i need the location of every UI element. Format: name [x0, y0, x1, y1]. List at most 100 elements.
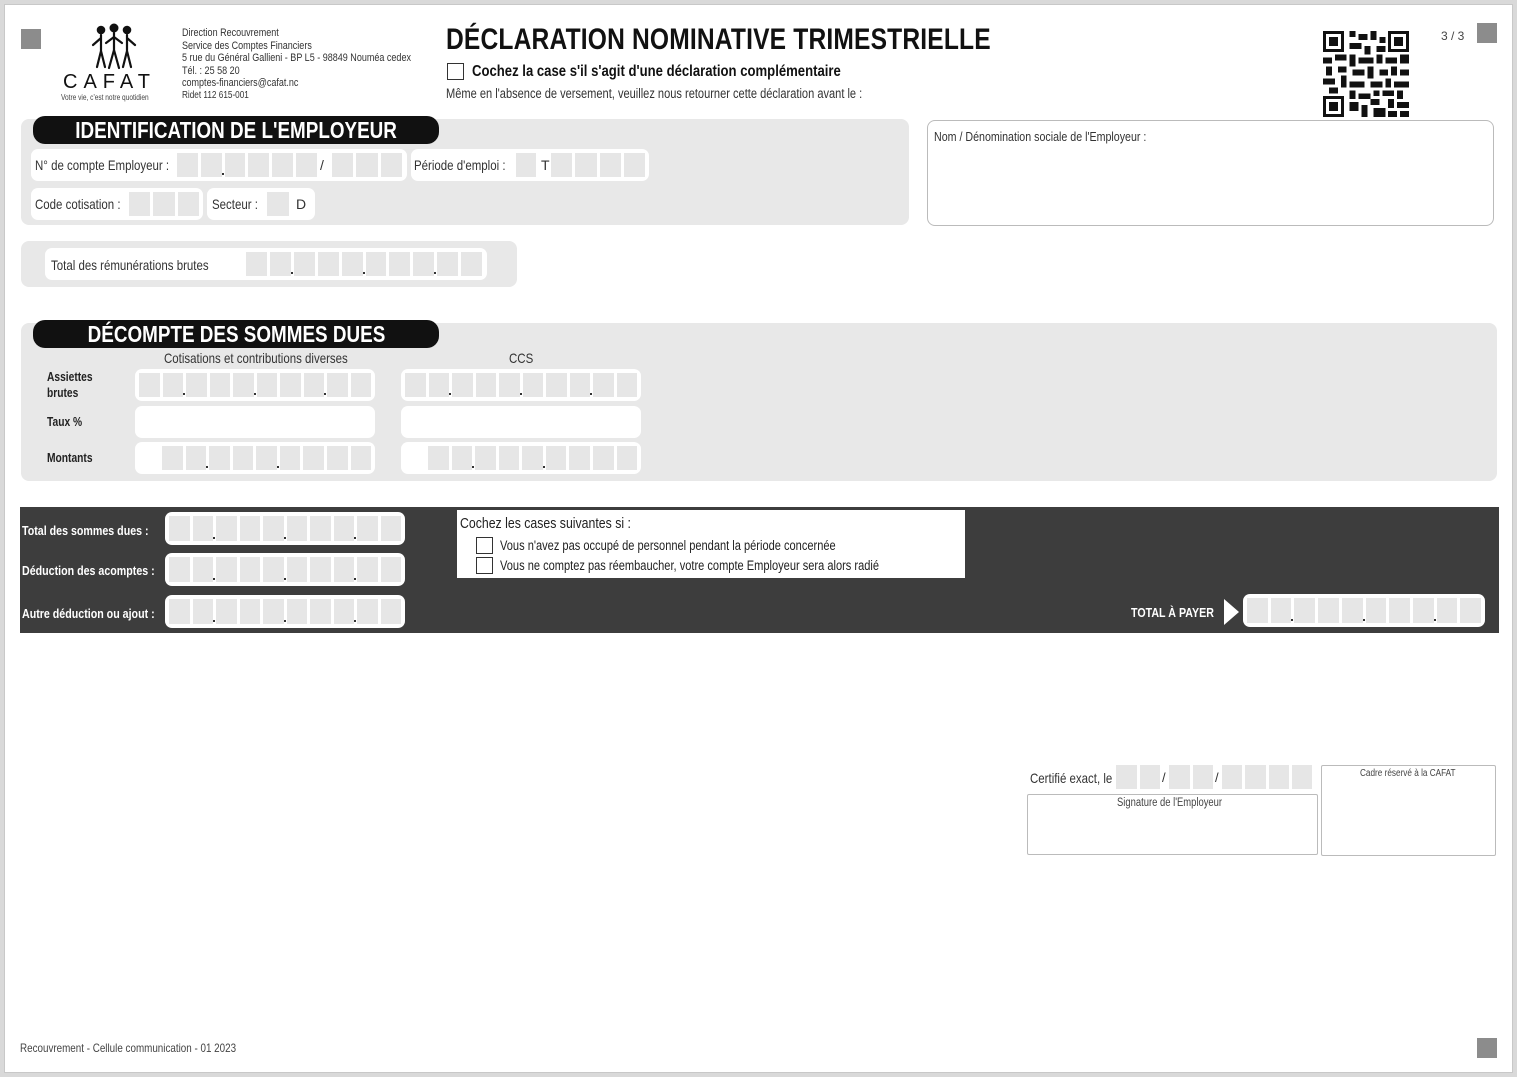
- digit-cell[interactable]: [434, 252, 459, 276]
- digit-cell[interactable]: [451, 446, 473, 470]
- assiettes-ccs-cells[interactable]: [405, 373, 637, 397]
- digit-cell[interactable]: [350, 446, 372, 470]
- digit-cell[interactable]: [332, 153, 354, 177]
- certified-month-cells[interactable]: [1169, 765, 1213, 789]
- digit-cell[interactable]: [1460, 598, 1482, 623]
- digit-cell[interactable]: [256, 446, 277, 470]
- digit-cell[interactable]: [310, 516, 331, 541]
- digit-cell[interactable]: [1291, 598, 1316, 623]
- digit-cell[interactable]: [354, 599, 378, 624]
- digit-cell[interactable]: [177, 153, 198, 177]
- digit-cell[interactable]: [472, 446, 496, 470]
- account-number-cells[interactable]: [177, 153, 317, 177]
- certified-day-cells[interactable]: [1116, 765, 1160, 789]
- assiettes-cotisations-cells[interactable]: [139, 373, 371, 397]
- digit-cell[interactable]: [616, 446, 638, 470]
- digit-cell[interactable]: [623, 153, 645, 177]
- digit-cell[interactable]: [1245, 765, 1266, 789]
- digit-cell[interactable]: [248, 153, 270, 177]
- digit-cell[interactable]: [310, 557, 331, 582]
- digit-cell[interactable]: [129, 192, 151, 216]
- taux-cotisations-field[interactable]: [135, 406, 375, 438]
- digit-cell[interactable]: [317, 252, 339, 276]
- digit-cell[interactable]: [405, 373, 426, 397]
- digit-cell[interactable]: [213, 557, 237, 582]
- digit-cell[interactable]: [324, 373, 348, 397]
- digit-cell[interactable]: [192, 516, 213, 541]
- digit-cell[interactable]: [263, 557, 284, 582]
- digit-cell[interactable]: [522, 446, 543, 470]
- digit-cell[interactable]: [516, 153, 536, 177]
- digit-cell[interactable]: [389, 252, 411, 276]
- montants-ccs-cells[interactable]: [428, 446, 638, 470]
- period-year-cells[interactable]: [551, 153, 645, 177]
- digit-cell[interactable]: [283, 557, 307, 582]
- no-staff-checkbox[interactable]: [476, 537, 493, 554]
- complementary-checkbox[interactable]: [447, 63, 464, 80]
- digit-cell[interactable]: [280, 373, 301, 397]
- digit-cell[interactable]: [139, 373, 160, 397]
- digit-cell[interactable]: [192, 557, 213, 582]
- digit-cell[interactable]: [1268, 765, 1289, 789]
- deduction-cells[interactable]: [169, 557, 401, 582]
- period-quarter-cell[interactable]: [516, 153, 536, 177]
- sector-cell[interactable]: [267, 192, 289, 216]
- digit-cell[interactable]: [413, 252, 435, 276]
- digit-cell[interactable]: [551, 153, 573, 177]
- digit-cell[interactable]: [296, 153, 317, 177]
- digit-cell[interactable]: [213, 599, 237, 624]
- digit-cell[interactable]: [1389, 598, 1410, 623]
- digit-cell[interactable]: [269, 252, 291, 276]
- digit-cell[interactable]: [569, 373, 590, 397]
- other-adjustment-cells[interactable]: [169, 599, 401, 624]
- digit-cell[interactable]: [380, 153, 402, 177]
- digit-cell[interactable]: [428, 446, 449, 470]
- digit-cell[interactable]: [310, 599, 331, 624]
- digit-cell[interactable]: [333, 599, 354, 624]
- no-rehire-checkbox[interactable]: [476, 557, 493, 574]
- digit-cell[interactable]: [169, 599, 190, 624]
- account-key-cells[interactable]: [332, 153, 402, 177]
- digit-cell[interactable]: [169, 516, 190, 541]
- digit-cell[interactable]: [498, 446, 520, 470]
- digit-cell[interactable]: [499, 373, 520, 397]
- digit-cell[interactable]: [461, 252, 483, 276]
- digit-cell[interactable]: [303, 446, 324, 470]
- digit-cell[interactable]: [233, 373, 254, 397]
- digit-cell[interactable]: [599, 153, 621, 177]
- digit-cell[interactable]: [380, 599, 401, 624]
- digit-cell[interactable]: [206, 446, 230, 470]
- digit-cell[interactable]: [192, 599, 213, 624]
- digit-cell[interactable]: [1341, 598, 1363, 623]
- digit-cell[interactable]: [272, 153, 294, 177]
- digit-cell[interactable]: [1247, 598, 1268, 623]
- digit-cell[interactable]: [185, 446, 207, 470]
- digit-cell[interactable]: [239, 516, 260, 541]
- digit-cell[interactable]: [246, 252, 267, 276]
- digit-cell[interactable]: [542, 446, 567, 470]
- digit-cell[interactable]: [380, 557, 401, 582]
- digit-cell[interactable]: [356, 153, 378, 177]
- digit-cell[interactable]: [350, 373, 371, 397]
- digit-cell[interactable]: [380, 516, 401, 541]
- digit-cell[interactable]: [1433, 598, 1458, 623]
- digit-cell[interactable]: [1412, 598, 1434, 623]
- digit-cell[interactable]: [253, 373, 277, 397]
- montants-cotisations-cells[interactable]: [162, 446, 372, 470]
- digit-cell[interactable]: [162, 373, 183, 397]
- digit-cell[interactable]: [354, 516, 378, 541]
- digit-cell[interactable]: [290, 252, 315, 276]
- contribution-code-cells[interactable]: [129, 192, 199, 216]
- digit-cell[interactable]: [153, 192, 175, 216]
- digit-cell[interactable]: [276, 446, 301, 470]
- digit-cell[interactable]: [1222, 765, 1243, 789]
- digit-cell[interactable]: [213, 516, 237, 541]
- digit-cell[interactable]: [183, 373, 207, 397]
- digit-cell[interactable]: [232, 446, 254, 470]
- digit-cell[interactable]: [200, 153, 222, 177]
- digit-cell[interactable]: [1270, 598, 1292, 623]
- digit-cell[interactable]: [169, 557, 190, 582]
- digit-cell[interactable]: [341, 252, 363, 276]
- digit-cell[interactable]: [326, 446, 348, 470]
- digit-cell[interactable]: [1116, 765, 1137, 789]
